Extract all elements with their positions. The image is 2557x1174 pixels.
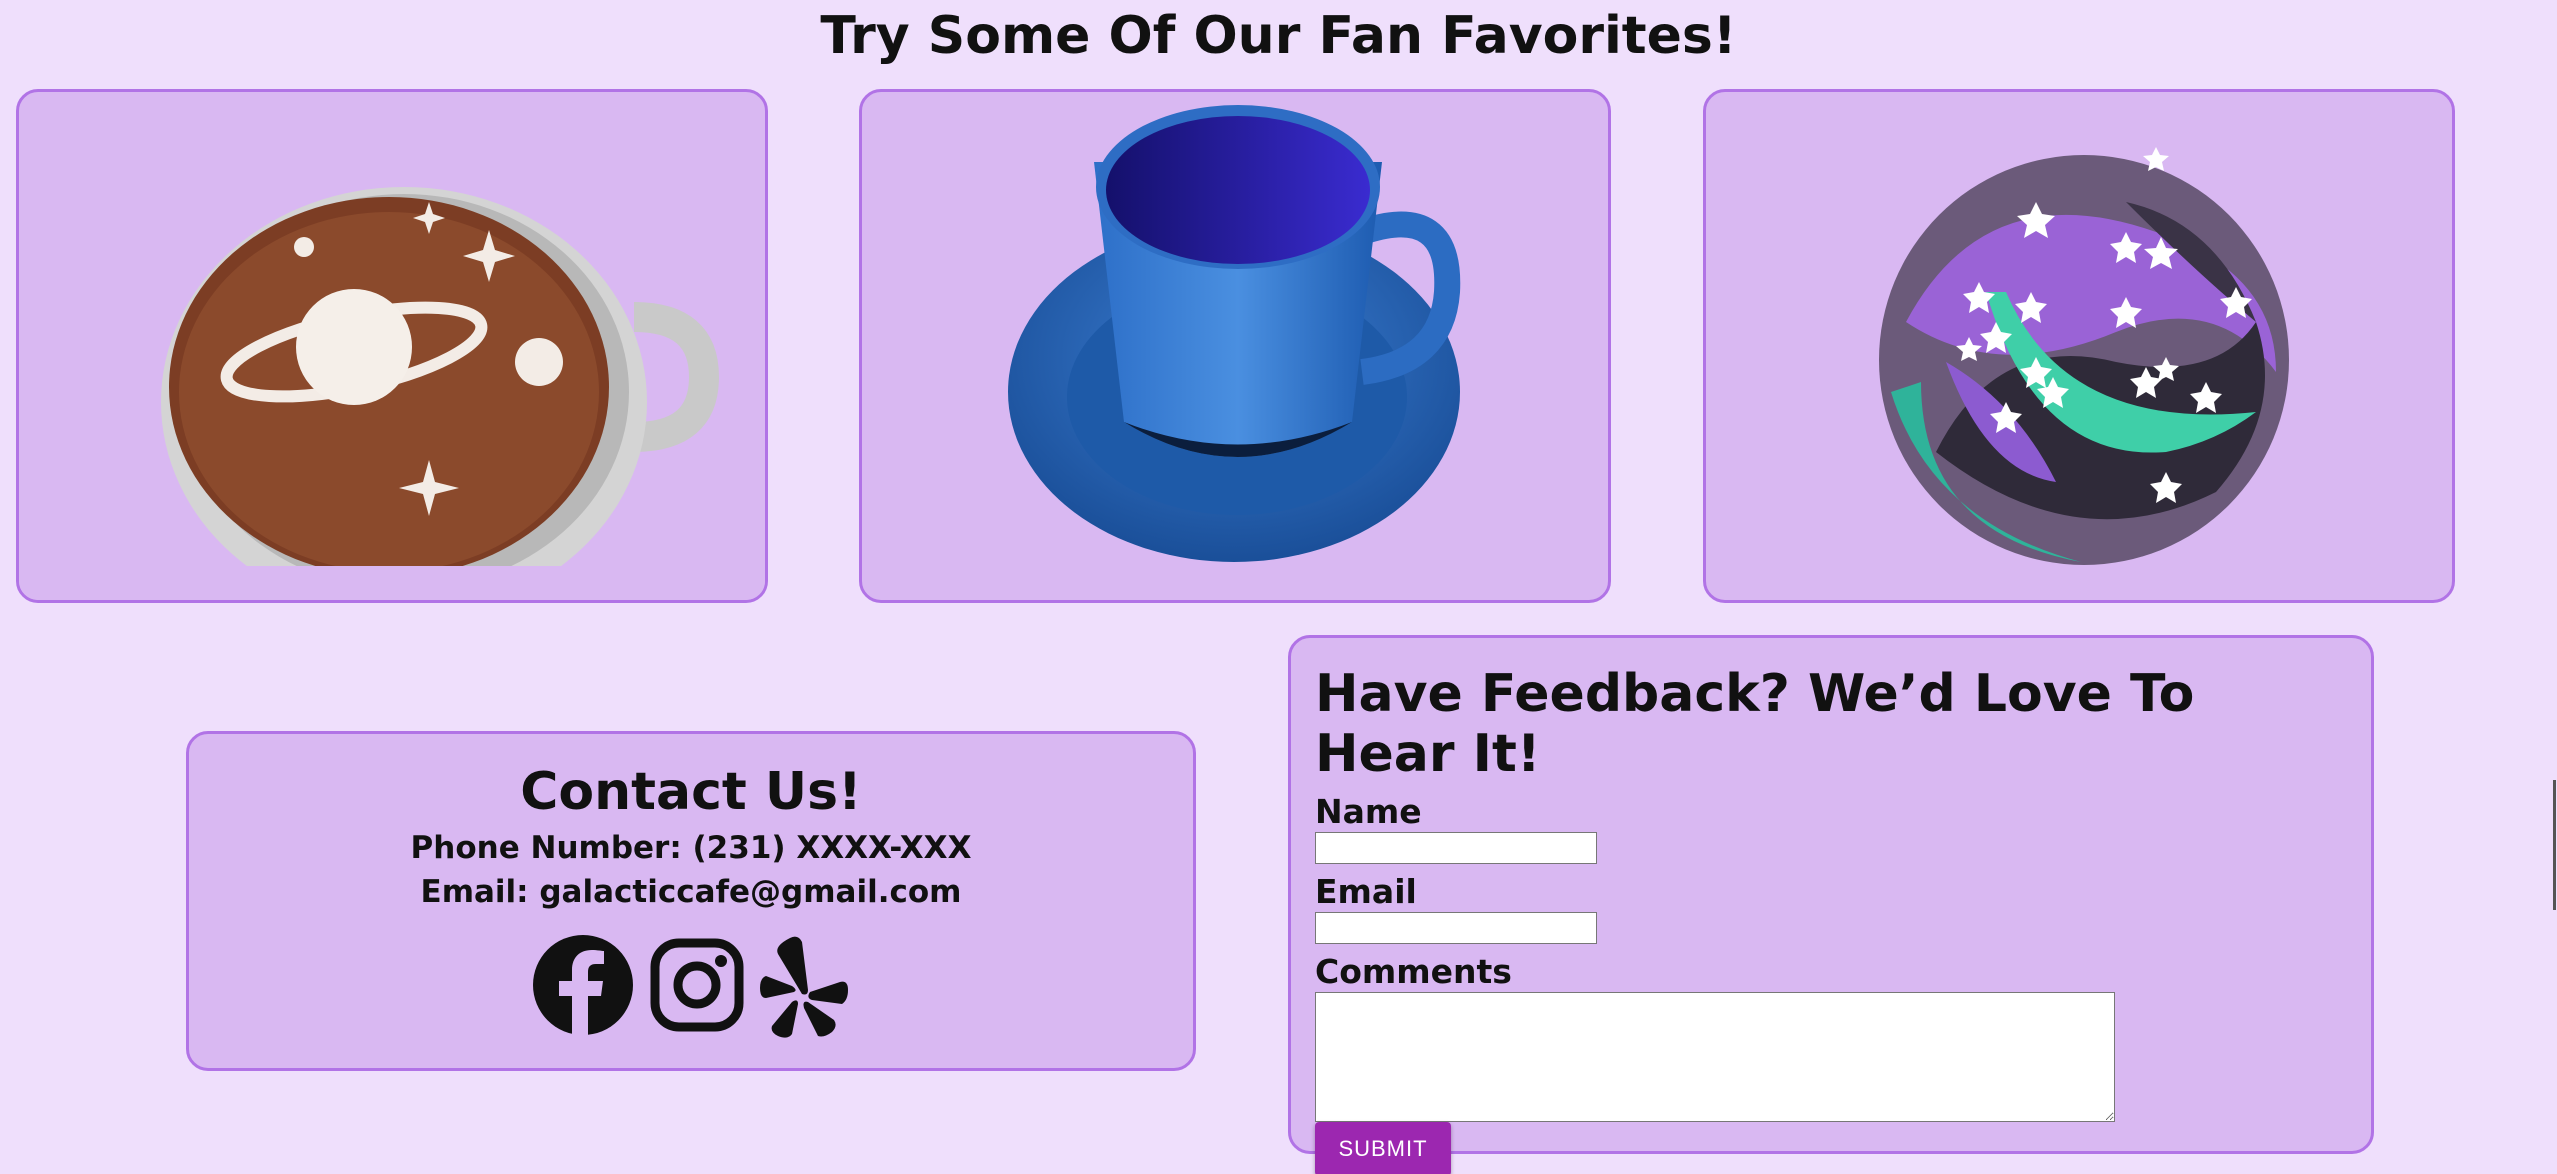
submit-button[interactable]: SUBMIT xyxy=(1315,1122,1451,1174)
facebook-icon[interactable] xyxy=(532,934,634,1042)
name-label: Name xyxy=(1315,792,1422,831)
instagram-icon[interactable] xyxy=(650,934,744,1042)
name-input[interactable] xyxy=(1315,832,1597,864)
blue-cup-saucer-image xyxy=(1008,105,1461,562)
yelp-icon[interactable] xyxy=(760,934,850,1042)
feedback-card: Have Feedback? We’d Love To Hear It! Nam… xyxy=(1288,635,2374,1174)
contact-card: Contact Us! Phone Number: (231) XXXX-XXX… xyxy=(186,731,1196,1071)
contact-email: Email: galacticcafe@gmail.com xyxy=(420,874,962,910)
scrollbar-thumb[interactable] xyxy=(2553,780,2556,910)
feedback-title: Have Feedback? We’d Love To Hear It! xyxy=(1315,664,2195,784)
galaxy-cookie-image xyxy=(1879,147,2289,565)
comments-textarea[interactable] xyxy=(1315,992,2115,1122)
favorites-heading: Try Some Of Our Fan Favorites! xyxy=(820,6,1737,66)
favorite-card-cookie xyxy=(1703,89,2455,603)
favorite-card-cup xyxy=(859,89,1611,603)
email-input[interactable] xyxy=(1315,912,1597,944)
social-links xyxy=(189,934,1193,1042)
contact-title: Contact Us! xyxy=(520,762,862,822)
space-latte-image xyxy=(19,187,765,600)
contact-phone: Phone Number: (231) XXXX-XXX xyxy=(410,830,972,866)
comments-label: Comments xyxy=(1315,952,1512,991)
favorite-card-latte xyxy=(16,89,768,603)
email-label: Email xyxy=(1315,872,1417,911)
page: Try Some Of Our Fan Favorites! Contact U… xyxy=(0,0,2557,1174)
